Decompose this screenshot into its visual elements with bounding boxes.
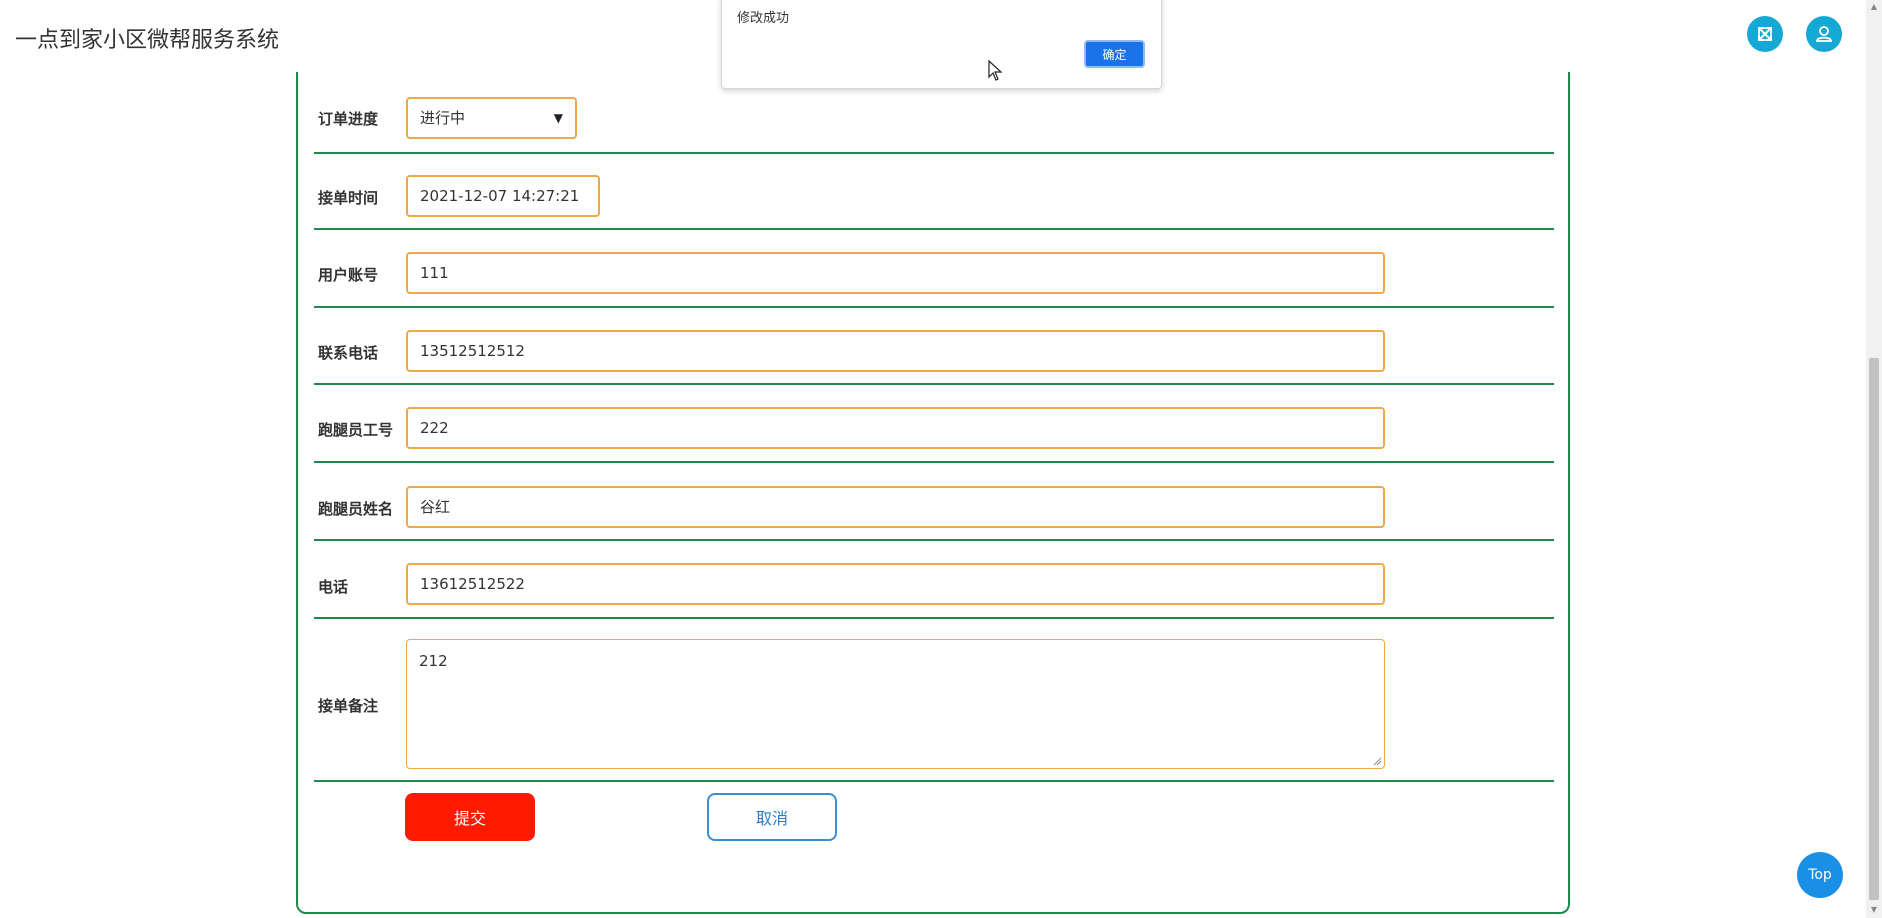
form-row-phone: 电话 13612512522	[314, 541, 1554, 619]
resize-grip-icon[interactable]	[1372, 756, 1382, 766]
form-row-user-account: 用户账号 111	[314, 230, 1554, 308]
accept-time-label: 接单时间	[318, 189, 379, 207]
page-scrollbar[interactable]: ▲ ▼	[1866, 0, 1882, 918]
form-row-accept-time: 接单时间 2021-12-07 14:27:21	[314, 154, 1554, 230]
submit-button[interactable]: 提交	[405, 793, 535, 841]
form-row-accept-note: 接单备注 212	[314, 619, 1554, 782]
phone-label: 电话	[318, 578, 349, 596]
user-icon	[1816, 26, 1832, 42]
contact-phone-label: 联系电话	[318, 344, 379, 362]
order-progress-value: 进行中	[420, 109, 466, 127]
mouse-pointer-icon	[988, 60, 1003, 81]
app-title: 一点到家小区微帮服务系统	[15, 28, 280, 53]
order-progress-label: 订单进度	[318, 110, 379, 128]
runner-name-label: 跑腿员姓名	[318, 500, 394, 518]
form-row-runner-id: 跑腿员工号 222	[314, 385, 1554, 463]
cancel-button[interactable]: 取消	[707, 793, 837, 841]
fullscreen-button[interactable]	[1747, 16, 1783, 52]
alert-dialog: 修改成功 确定	[721, 0, 1162, 89]
user-account-label: 用户账号	[318, 266, 379, 284]
back-to-top-button[interactable]: Top	[1797, 852, 1843, 898]
runner-name-input[interactable]: 谷红	[406, 486, 1385, 528]
user-account-input[interactable]: 111	[406, 252, 1385, 294]
expand-arrows-icon	[1758, 27, 1772, 41]
form-row-runner-name: 跑腿员姓名 谷红	[314, 463, 1554, 541]
form-row-contact-phone: 联系电话 13512512512	[314, 308, 1554, 385]
phone-input[interactable]: 13612512522	[406, 563, 1385, 605]
scrollbar-thumb[interactable]	[1869, 358, 1879, 900]
user-menu-button[interactable]	[1806, 16, 1842, 52]
dialog-message: 修改成功	[737, 11, 790, 26]
dialog-ok-button[interactable]: 确定	[1084, 40, 1145, 68]
order-progress-select[interactable]: 进行中 ▼	[406, 97, 577, 139]
accept-note-textarea[interactable]: 212	[406, 639, 1385, 769]
accept-note-value: 212	[419, 652, 448, 670]
contact-phone-input[interactable]: 13512512512	[406, 330, 1385, 372]
page: 一点到家小区微帮服务系统 订单进度 进行中 ▼ 接单时间 2021-12-07 …	[0, 0, 1882, 918]
runner-id-input[interactable]: 222	[406, 407, 1385, 449]
scroll-up-arrow-icon[interactable]: ▲	[1870, 3, 1878, 11]
chevron-down-icon: ▼	[553, 111, 563, 125]
runner-id-label: 跑腿员工号	[318, 421, 394, 439]
accept-time-input[interactable]: 2021-12-07 14:27:21	[406, 175, 600, 217]
accept-note-label: 接单备注	[318, 697, 379, 715]
scroll-down-arrow-icon[interactable]: ▼	[1870, 906, 1878, 914]
